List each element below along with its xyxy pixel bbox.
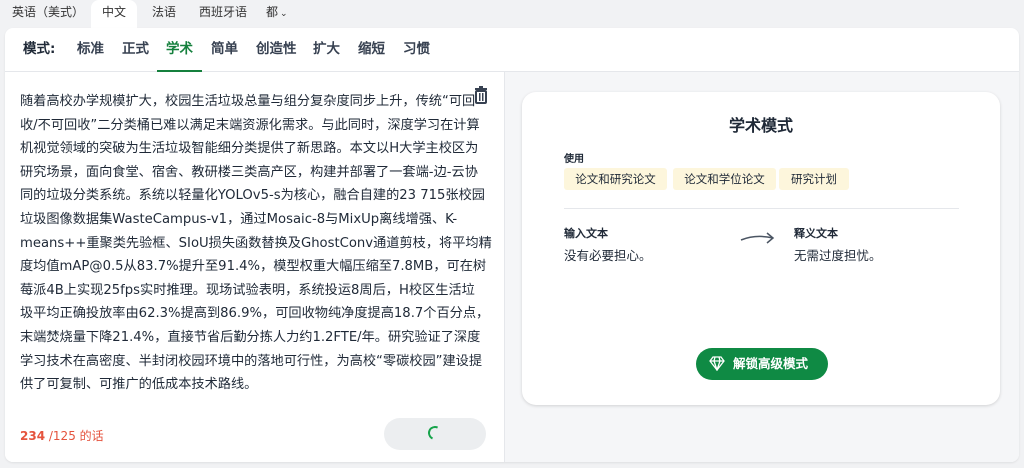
text-line: 研究场景，面向食堂、宿舍、教研楼三类高产区，构建并部署了一套端-边-云协 xyxy=(20,164,478,180)
lang-tab-chinese[interactable]: 中文 xyxy=(91,0,137,28)
chevron-down-icon: ⌄ xyxy=(280,9,288,19)
mode-creative[interactable]: 创造性 xyxy=(256,28,297,72)
text-line: 末端焚烧量下降21.4%，直接节省后勤分拣人力约1.2FTE/年。研究验证了深度 xyxy=(20,329,481,345)
mode-custom[interactable]: 习惯 xyxy=(403,28,430,72)
paraphraser-card: 模式: 标准 正式 学术 简单 创造性 扩大 缩短 习惯 随着高校办学规模扩大，… xyxy=(5,28,1019,462)
input-example: 没有必要担心。 xyxy=(564,248,652,263)
mode-academic[interactable]: 学术 xyxy=(157,28,202,72)
unlock-label: 解锁高级模式 xyxy=(733,356,809,371)
use-chip: 研究计划 xyxy=(779,168,849,190)
mode-bar: 模式: 标准 正式 学术 简单 创造性 扩大 缩短 习惯 xyxy=(5,28,1019,72)
word-count: 234 /125 的话 xyxy=(20,427,104,444)
loading-spinner-icon xyxy=(426,424,444,442)
use-chip: 论文和学位论文 xyxy=(673,168,776,190)
text-line: 供了可复制、可推广的低成本技术路线。 xyxy=(20,377,258,393)
language-tabs: 英语（美式） 中文 法语 西班牙语 都 ⌄ xyxy=(0,0,1024,28)
input-panel: 随着高校办学规模扩大，校园生活垃圾总量与组分复杂度同步上升，传统“可回 收/不可… xyxy=(5,72,505,462)
text-line: 垃圾图像数据集WasteCampus-v1，通过Mosaic-8与MixUp离线… xyxy=(20,211,458,227)
lang-tab-english-us[interactable]: 英语（美式） xyxy=(12,0,84,28)
text-line: 同的垃圾分类系统。系统以轻量化YOLOv5-s为核心，融合自建的23 715张校… xyxy=(20,188,485,204)
diamond-icon xyxy=(709,356,725,371)
trash-icon[interactable] xyxy=(473,86,489,104)
text-line: 莓派4B上实现25fps实时推理。现场试验表明，系统投运8周后，H校区生活垃 xyxy=(20,282,475,298)
output-panel: 学术模式 使用 论文和研究论文 论文和学位论文 研究计划 输入文本 没有必要担心… xyxy=(505,72,1019,462)
mode-formal[interactable]: 正式 xyxy=(122,28,149,72)
mode-info-card: 学术模式 使用 论文和研究论文 论文和学位论文 研究计划 输入文本 没有必要担心… xyxy=(522,92,1000,405)
lang-all-label: 都 xyxy=(266,5,279,19)
lang-tab-spanish[interactable]: 西班牙语 xyxy=(199,0,247,28)
paraphrase-button[interactable] xyxy=(384,418,486,450)
text-line: 机视觉领域的突破为生活垃圾智能细分类提供了新思路。本文以H大学主校区为 xyxy=(20,141,479,157)
use-label: 使用 xyxy=(564,154,584,165)
use-chip: 论文和研究论文 xyxy=(564,168,667,190)
input-text[interactable]: 随着高校办学规模扩大，校园生活垃圾总量与组分复杂度同步上升，传统“可回 收/不可… xyxy=(20,90,492,397)
text-line: means++重聚类先验框、SIoU损失函数替换及GhostConv通道剪枝，将… xyxy=(20,235,492,251)
lang-tab-all[interactable]: 都 ⌄ xyxy=(266,0,288,28)
mode-shorten[interactable]: 缩短 xyxy=(358,28,385,72)
text-line: 学习技术在高密度、半封闭校园环境中的落地可行性，为高校“零碳校园”建设提 xyxy=(20,353,483,369)
mode-expand[interactable]: 扩大 xyxy=(313,28,340,72)
unlock-premium-button[interactable]: 解锁高级模式 xyxy=(696,348,828,380)
arrow-right-icon xyxy=(740,230,776,249)
mode-info-title: 学术模式 xyxy=(728,116,793,135)
text-line: 随着高校办学规模扩大，校园生活垃圾总量与组分复杂度同步上升，传统“可回 xyxy=(20,94,476,109)
mode-label: 模式: xyxy=(23,41,56,57)
text-line: 度均值mAP@0.5从83.7%提升至91.4%，模型权重大幅压缩至7.8MB，… xyxy=(20,259,487,275)
output-example: 无需过度担忧。 xyxy=(794,248,882,263)
word-count-value: 234 xyxy=(20,429,46,443)
output-example-label: 释义文本 xyxy=(794,227,838,240)
mode-standard[interactable]: 标准 xyxy=(77,28,104,72)
lang-tab-french[interactable]: 法语 xyxy=(152,0,176,28)
text-line: 收/不可回收”二分类桶已难以满足末端资源化需求。与此同时，深度学习在计算 xyxy=(20,117,480,133)
input-example-label: 输入文本 xyxy=(564,227,608,240)
divider xyxy=(564,208,959,209)
text-line: 圾平均正确投放率由62.3%提高到86.9%，可回收物纯净度提高18.7个百分点… xyxy=(20,306,490,322)
word-limit: /125 的话 xyxy=(45,429,104,443)
mode-simple[interactable]: 简单 xyxy=(211,28,238,72)
